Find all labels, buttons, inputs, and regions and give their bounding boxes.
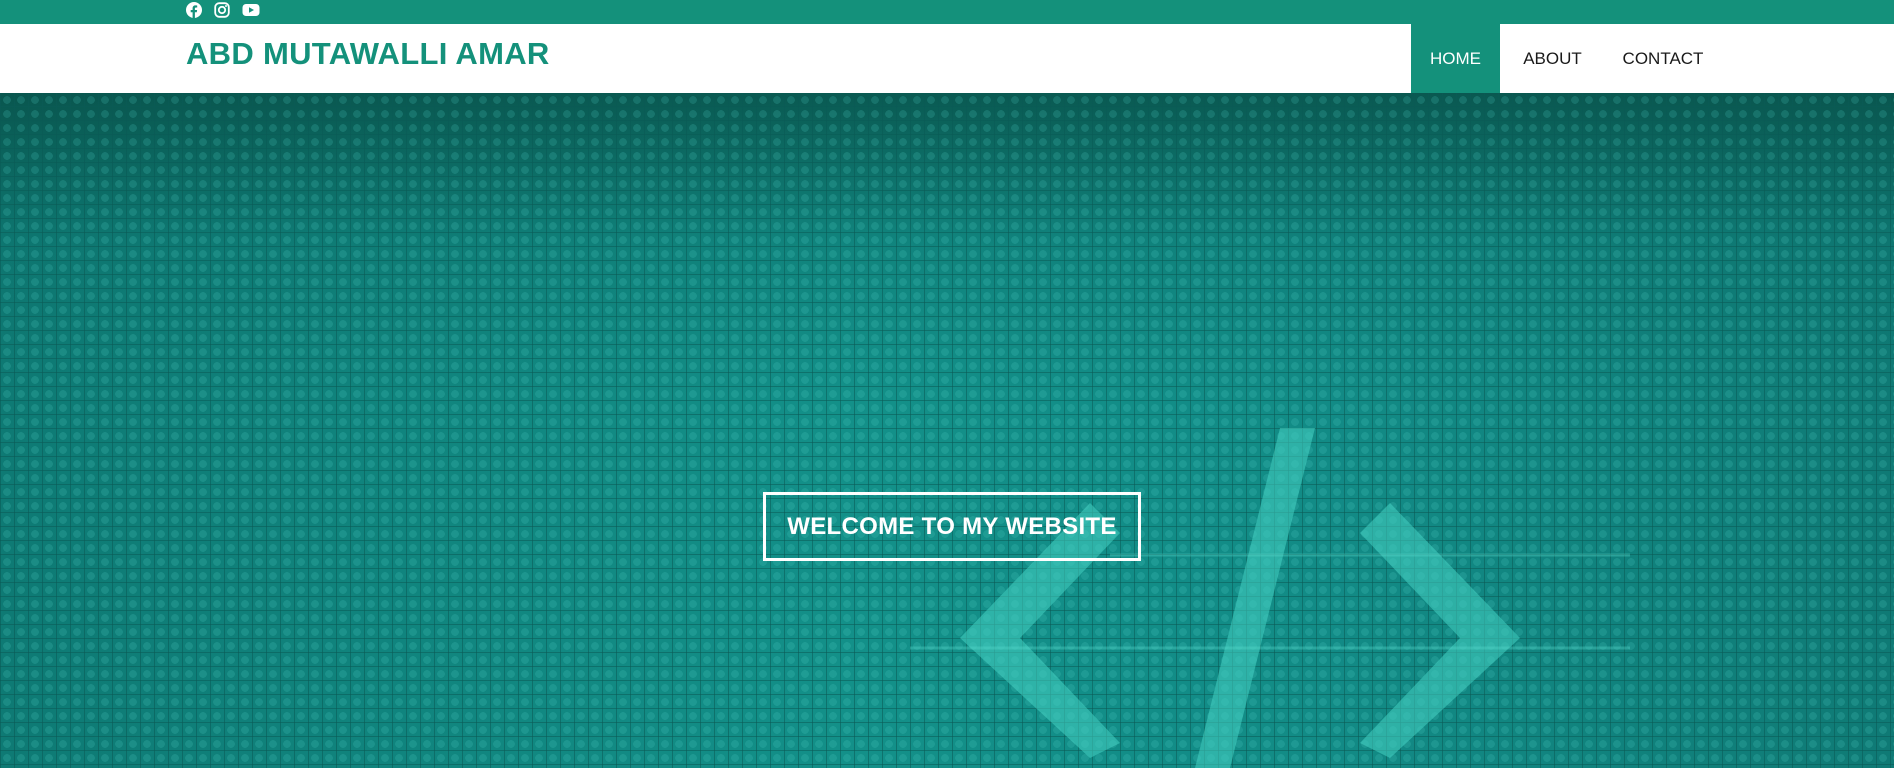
welcome-banner: WELCOME TO MY WEBSITE xyxy=(763,492,1141,561)
site-brand[interactable]: ABD MUTAWALLI AMAR xyxy=(186,38,550,69)
nav-about[interactable]: ABOUT xyxy=(1500,24,1605,93)
main-nav: HOME ABOUT CONTACT xyxy=(1411,24,1721,93)
nav-contact[interactable]: CONTACT xyxy=(1605,24,1721,93)
top-bar xyxy=(0,0,1894,24)
code-icon xyxy=(910,428,1630,768)
social-links xyxy=(186,2,260,18)
youtube-icon[interactable] xyxy=(242,3,260,17)
hero-section: WELCOME TO MY WEBSITE xyxy=(0,93,1894,768)
nav-home[interactable]: HOME xyxy=(1411,24,1500,93)
navbar: ABD MUTAWALLI AMAR HOME ABOUT CONTACT xyxy=(0,24,1894,93)
instagram-icon[interactable] xyxy=(214,2,230,18)
facebook-icon[interactable] xyxy=(186,2,202,18)
